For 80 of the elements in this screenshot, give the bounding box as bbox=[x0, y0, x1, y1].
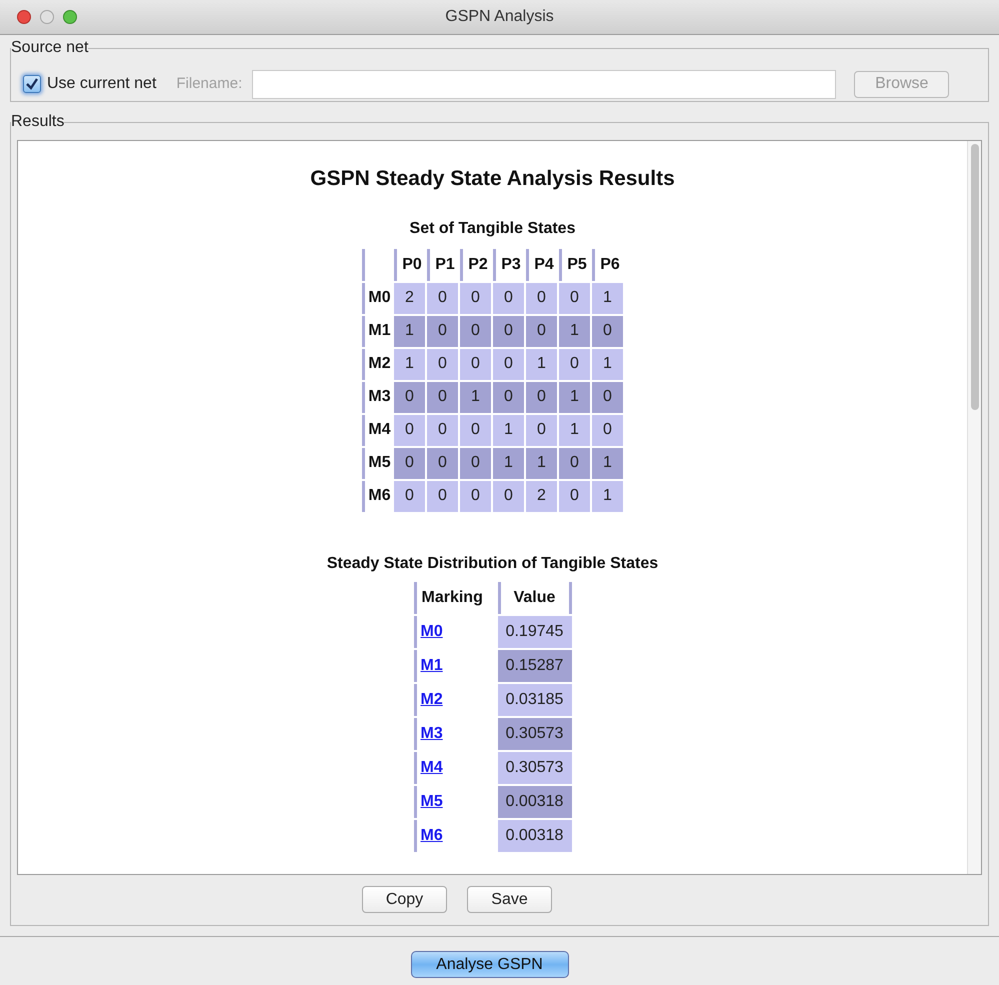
table-cell: 1 bbox=[592, 448, 623, 478]
checkbox[interactable] bbox=[23, 75, 41, 93]
table-cell: 0 bbox=[493, 282, 524, 314]
table-title: Steady State Distribution of Tangible States bbox=[326, 554, 658, 574]
table-cell: 1 bbox=[493, 448, 524, 478]
table-cell: 0 bbox=[460, 414, 491, 446]
table-cell: 0 bbox=[460, 316, 491, 346]
table-cell: 0.00318 bbox=[498, 820, 572, 852]
marking-link[interactable]: M2 bbox=[420, 690, 443, 708]
table-cell: 0 bbox=[493, 382, 524, 412]
table-cell: 0.30573 bbox=[498, 752, 572, 784]
results-heading: GSPN Steady State Analysis Results bbox=[310, 166, 675, 192]
marking-link[interactable]: M6 bbox=[420, 826, 443, 844]
scrollbar-thumb[interactable] bbox=[970, 144, 978, 410]
table-cell: 0 bbox=[427, 316, 458, 346]
table-cell: 0 bbox=[493, 480, 524, 512]
marking-link[interactable]: M5 bbox=[420, 792, 443, 810]
table-cell: 0 bbox=[394, 382, 425, 412]
minimize-icon[interactable] bbox=[40, 10, 54, 24]
table-cell: 0 bbox=[427, 448, 458, 478]
table-cell: 0 bbox=[559, 282, 590, 314]
table-cell: 1 bbox=[394, 348, 425, 380]
table-cell: 0 bbox=[526, 382, 557, 412]
table-cell: 0 bbox=[460, 348, 491, 380]
zoom-icon[interactable] bbox=[63, 10, 77, 24]
table-cell: 0.03185 bbox=[498, 684, 572, 716]
table-cell: 0 bbox=[394, 448, 425, 478]
table-cell: 0 bbox=[427, 282, 458, 314]
table-cell: 0.19745 bbox=[498, 616, 572, 648]
action-button[interactable]: Save bbox=[467, 886, 552, 913]
table-cell: 0 bbox=[460, 282, 491, 314]
filename-label: Filename: bbox=[176, 74, 242, 94]
table-cell: 0 bbox=[592, 414, 623, 446]
marking-link[interactable]: M4 bbox=[420, 758, 443, 776]
table-cell: 1 bbox=[394, 316, 425, 346]
action-button[interactable]: Copy bbox=[362, 886, 447, 913]
table-cell: 1 bbox=[526, 448, 557, 478]
table-cell: 0.15287 bbox=[498, 650, 572, 682]
table-cell: 0 bbox=[394, 414, 425, 446]
table-cell: 0 bbox=[427, 382, 458, 412]
table-cell: 0 bbox=[526, 282, 557, 314]
table-title: Set of Tangible States bbox=[410, 218, 576, 238]
table-cell: 1 bbox=[460, 382, 491, 412]
group-title: Results bbox=[11, 112, 64, 132]
window-title: GSPN Analysis bbox=[445, 7, 554, 27]
table-cell: 0 bbox=[526, 414, 557, 446]
marking-link[interactable]: M1 bbox=[420, 656, 443, 674]
table-cell: 0 bbox=[427, 348, 458, 380]
table-cell: 0.30573 bbox=[498, 718, 572, 750]
table-cell: 0 bbox=[460, 448, 491, 478]
table-cell: 0 bbox=[493, 316, 524, 346]
table-cell: 1 bbox=[559, 414, 590, 446]
table-cell: 0 bbox=[526, 316, 557, 346]
table-cell: 0.00318 bbox=[498, 786, 572, 818]
table-cell: 1 bbox=[526, 348, 557, 380]
table-cell: 0 bbox=[592, 382, 623, 412]
table-cell: 1 bbox=[592, 348, 623, 380]
table-cell: 2 bbox=[526, 480, 557, 512]
marking-link[interactable]: M3 bbox=[420, 724, 443, 742]
table-cell: 0 bbox=[427, 414, 458, 446]
table-cell: 1 bbox=[592, 480, 623, 512]
table-cell: 0 bbox=[559, 348, 590, 380]
table-cell: 0 bbox=[460, 480, 491, 512]
table-cell: 1 bbox=[592, 282, 623, 314]
analyse-button[interactable]: Analyse GSPN bbox=[410, 951, 568, 978]
table-cell: 2 bbox=[394, 282, 425, 314]
table-cell: 1 bbox=[493, 414, 524, 446]
table-cell: 0 bbox=[493, 348, 524, 380]
table-cell: 0 bbox=[559, 480, 590, 512]
close-icon[interactable] bbox=[17, 10, 31, 24]
table-cell: 0 bbox=[592, 316, 623, 346]
table-cell: 1 bbox=[559, 382, 590, 412]
checkbox-label[interactable]: Use current net bbox=[47, 72, 156, 96]
group-title: Source net bbox=[11, 38, 88, 58]
table-cell: 0 bbox=[559, 448, 590, 478]
table-cell: 0 bbox=[394, 480, 425, 512]
marking-link[interactable]: M0 bbox=[420, 622, 443, 640]
column-header: Marking bbox=[414, 582, 496, 614]
table-cell: 0 bbox=[427, 480, 458, 512]
table-cell: 1 bbox=[559, 316, 590, 346]
